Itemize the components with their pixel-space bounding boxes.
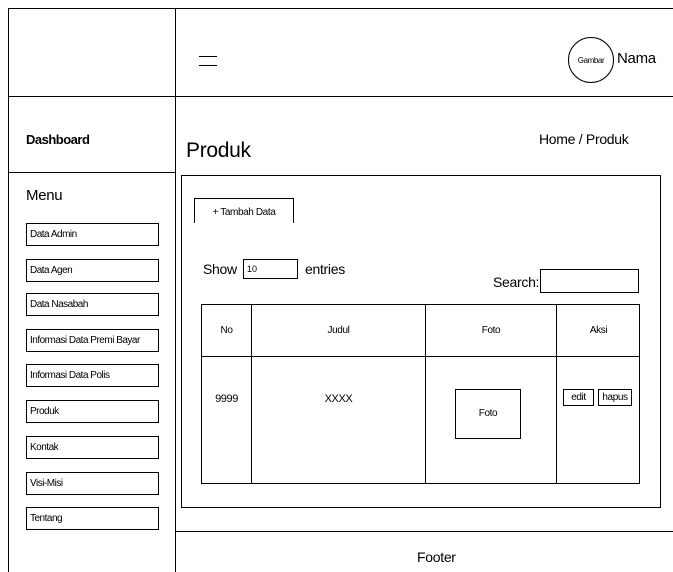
show-label: Show	[203, 261, 237, 277]
sidebar-item-label: Produk	[30, 406, 59, 417]
sidebar-item-premi-bayar[interactable]: Informasi Data Premi Bayar	[26, 329, 159, 352]
column-header-foto[interactable]: Foto	[426, 325, 556, 336]
sidebar-item-data-admin[interactable]: Data Admin	[26, 223, 159, 246]
edit-button-label: edit	[571, 392, 586, 403]
table-header-divider	[201, 356, 640, 357]
sidebar-divider	[175, 8, 176, 572]
entries-select[interactable]: 10	[243, 259, 298, 279]
hamburger-menu-icon[interactable]	[199, 56, 217, 66]
menu-title: Menu	[26, 187, 63, 204]
sidebar-item-produk[interactable]: Produk	[26, 400, 159, 423]
delete-button-label: hapus	[602, 392, 628, 403]
cell-no: 9999	[215, 393, 238, 405]
delete-button[interactable]: hapus	[598, 389, 632, 406]
sidebar-item-label: Visi-Misi	[30, 478, 63, 489]
sidebar-item-tentang[interactable]: Tentang	[26, 507, 159, 530]
sidebar-item-label: Data Agen	[30, 265, 73, 276]
page-title: Produk	[186, 139, 251, 162]
column-header-judul[interactable]: Judul	[252, 325, 425, 336]
top-border	[8, 8, 673, 9]
edit-button[interactable]: edit	[563, 389, 594, 406]
sidebar-item-data-nasabah[interactable]: Data Nasabah	[26, 293, 159, 316]
left-border	[8, 8, 9, 572]
avatar-label: Gambar	[577, 55, 605, 65]
add-data-button[interactable]: + Tambah Data	[194, 198, 294, 223]
entries-label: entries	[305, 261, 345, 277]
sidebar-item-kontak[interactable]: Kontak	[26, 436, 159, 459]
sidebar-item-label: Tentang	[30, 513, 63, 524]
brand-divider	[8, 172, 175, 173]
column-header-no[interactable]: No	[202, 325, 251, 336]
search-input[interactable]	[540, 269, 639, 293]
photo-thumbnail: Foto	[455, 389, 521, 439]
sidebar-brand[interactable]: Dashboard	[26, 132, 90, 147]
footer-divider	[175, 531, 673, 532]
sidebar-item-label: Data Nasabah	[30, 299, 88, 310]
cell-judul: XXXX	[324, 393, 353, 405]
sidebar-item-visi-misi[interactable]: Visi-Misi	[26, 472, 159, 495]
avatar[interactable]: Gambar	[568, 37, 614, 83]
column-header-aksi[interactable]: Aksi	[557, 325, 640, 336]
sidebar-item-label: Kontak	[30, 442, 59, 453]
footer-text: Footer	[417, 549, 456, 565]
sidebar-item-data-agen[interactable]: Data Agen	[26, 259, 159, 282]
add-data-button-label: + Tambah Data	[212, 207, 276, 218]
sidebar-item-data-polis[interactable]: Informasi Data Polis	[26, 364, 159, 387]
search-label: Search:	[493, 274, 540, 290]
user-name[interactable]: Nama	[617, 50, 656, 67]
header-divider	[8, 96, 673, 97]
sidebar-item-label: Informasi Data Polis	[30, 370, 110, 381]
sidebar-item-label: Data Admin	[30, 229, 77, 240]
breadcrumb[interactable]: Home / Produk	[539, 131, 629, 147]
sidebar-item-label: Informasi Data Premi Bayar	[30, 335, 140, 346]
entries-value: 10	[247, 264, 258, 274]
photo-placeholder-label: Foto	[478, 408, 498, 419]
